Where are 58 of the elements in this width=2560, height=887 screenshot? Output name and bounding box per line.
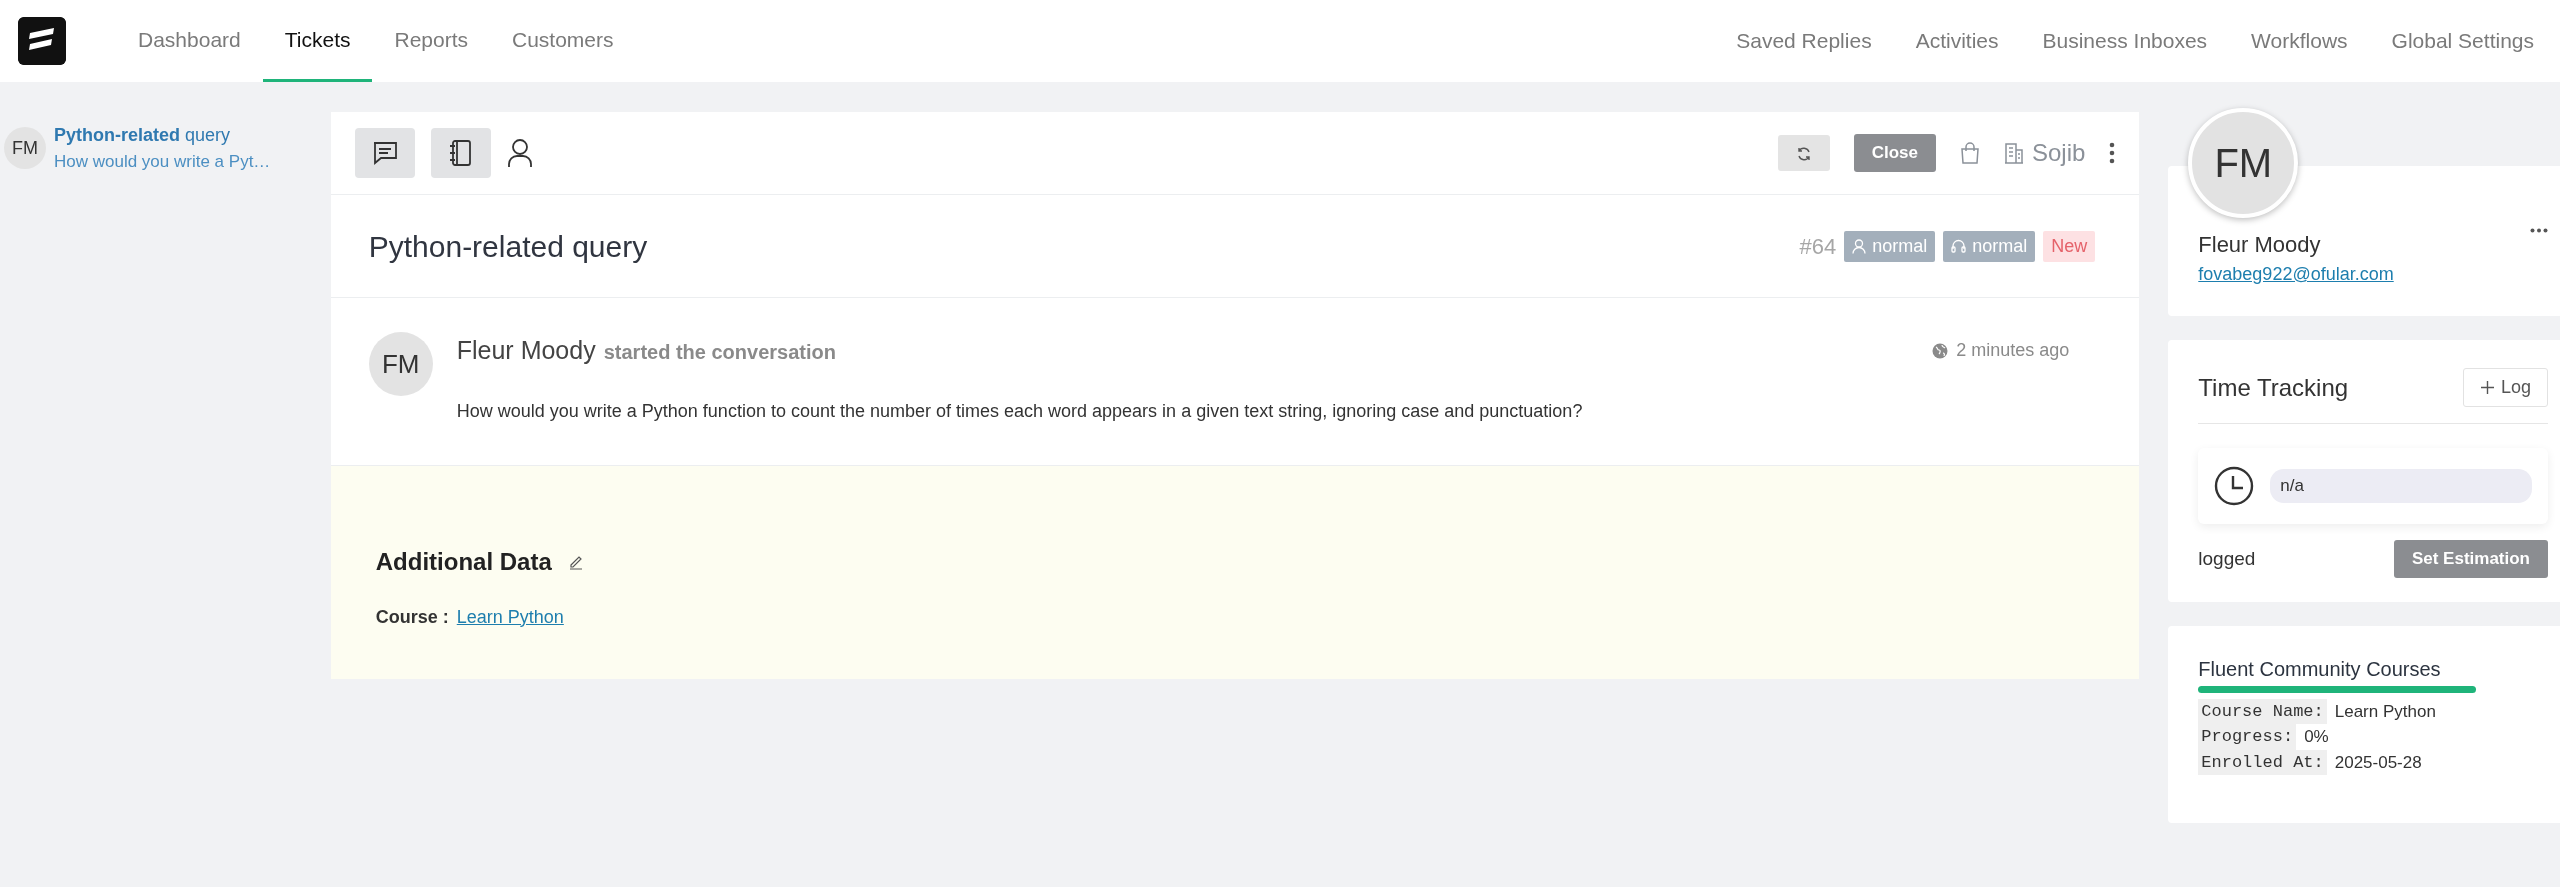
card-title: Fluent Community Courses — [2198, 656, 2442, 682]
shopping-bag-icon[interactable] — [1959, 142, 1980, 164]
customer-avatar: FM — [368, 332, 433, 396]
customer-avatar: FM — [4, 127, 46, 170]
building-icon — [2003, 142, 2024, 164]
nav-link[interactable]: Workflows — [2229, 25, 2370, 57]
time-value: n/a — [2270, 469, 2532, 503]
notebook-button[interactable] — [430, 128, 491, 178]
status-tag: New — [2043, 230, 2096, 262]
field-label: Progress: — [2198, 724, 2297, 750]
chat-icon — [371, 141, 398, 165]
contact-name: Fleur Moody — [2198, 231, 2321, 259]
field-label: Course Name: — [2198, 698, 2327, 724]
refresh-icon — [1795, 145, 1812, 162]
logged-label: logged — [2198, 546, 2256, 571]
nav-tab[interactable]: Tickets — [262, 0, 373, 82]
nav-link[interactable]: Activities — [1893, 25, 2021, 57]
message-text: How would you write a Python function to count the number of times each word appears in a given text string, ignoring case and punctuation? — [456, 399, 1584, 423]
globe-icon — [1932, 342, 1949, 359]
more-options-icon[interactable] — [2530, 228, 2548, 233]
timestamp: 2 minutes ago — [1956, 339, 2070, 363]
headset-icon — [1951, 238, 1967, 254]
ticket-number: #64 — [1799, 232, 1837, 261]
close-ticket-button[interactable]: Close — [1853, 134, 1936, 172]
ticket-preview: How would you write a Pyt… — [54, 151, 271, 173]
ticket-title: Python-related query — [368, 228, 648, 265]
nav-link[interactable]: Business Inboxes — [2020, 25, 2230, 57]
agent-name[interactable]: Sojib — [2031, 135, 2086, 171]
section-title: Additional Data — [375, 546, 552, 577]
course-link[interactable]: Learn Python — [456, 603, 564, 631]
plus-icon — [2479, 380, 2495, 395]
person-icon[interactable] — [506, 138, 533, 168]
nav-tab[interactable]: Customers — [490, 0, 636, 82]
agent-priority-tag: normal — [1943, 230, 2036, 262]
field-value: 0% — [2304, 726, 2329, 748]
conversation-action: started the conversation — [603, 340, 836, 365]
nav-link[interactable]: Global Settings — [2369, 25, 2556, 57]
more-options-icon[interactable] — [2109, 142, 2116, 164]
nav-tab[interactable]: Dashboard — [116, 0, 263, 82]
set-estimation-button[interactable]: Set Estimation — [2393, 540, 2548, 578]
field-label: Enrolled At: — [2198, 749, 2327, 775]
nav-link[interactable]: Saved Replies — [1714, 25, 1894, 57]
card-title: Time Tracking — [2198, 372, 2349, 403]
notebook-icon — [448, 139, 473, 167]
clock-icon — [2214, 466, 2255, 506]
author-name: Fleur Moody — [456, 335, 596, 366]
field-value: Learn Python — [2334, 700, 2436, 723]
refresh-button[interactable] — [1777, 135, 1830, 171]
customer-priority-tag: normal — [1844, 230, 1936, 262]
nav-tab[interactable]: Reports — [372, 0, 490, 82]
field-label: Course : — [375, 605, 449, 629]
app-logo[interactable] — [18, 17, 66, 65]
field-value: 2025-05-28 — [2334, 751, 2422, 774]
person-icon — [1852, 238, 1867, 254]
conversation-button[interactable] — [354, 128, 415, 178]
email-link[interactable]: fovabeg922@ofular.com — [2198, 264, 2394, 284]
ticket-list-title[interactable]: Python-related query — [54, 122, 271, 149]
log-time-button[interactable]: Log — [2462, 368, 2548, 407]
